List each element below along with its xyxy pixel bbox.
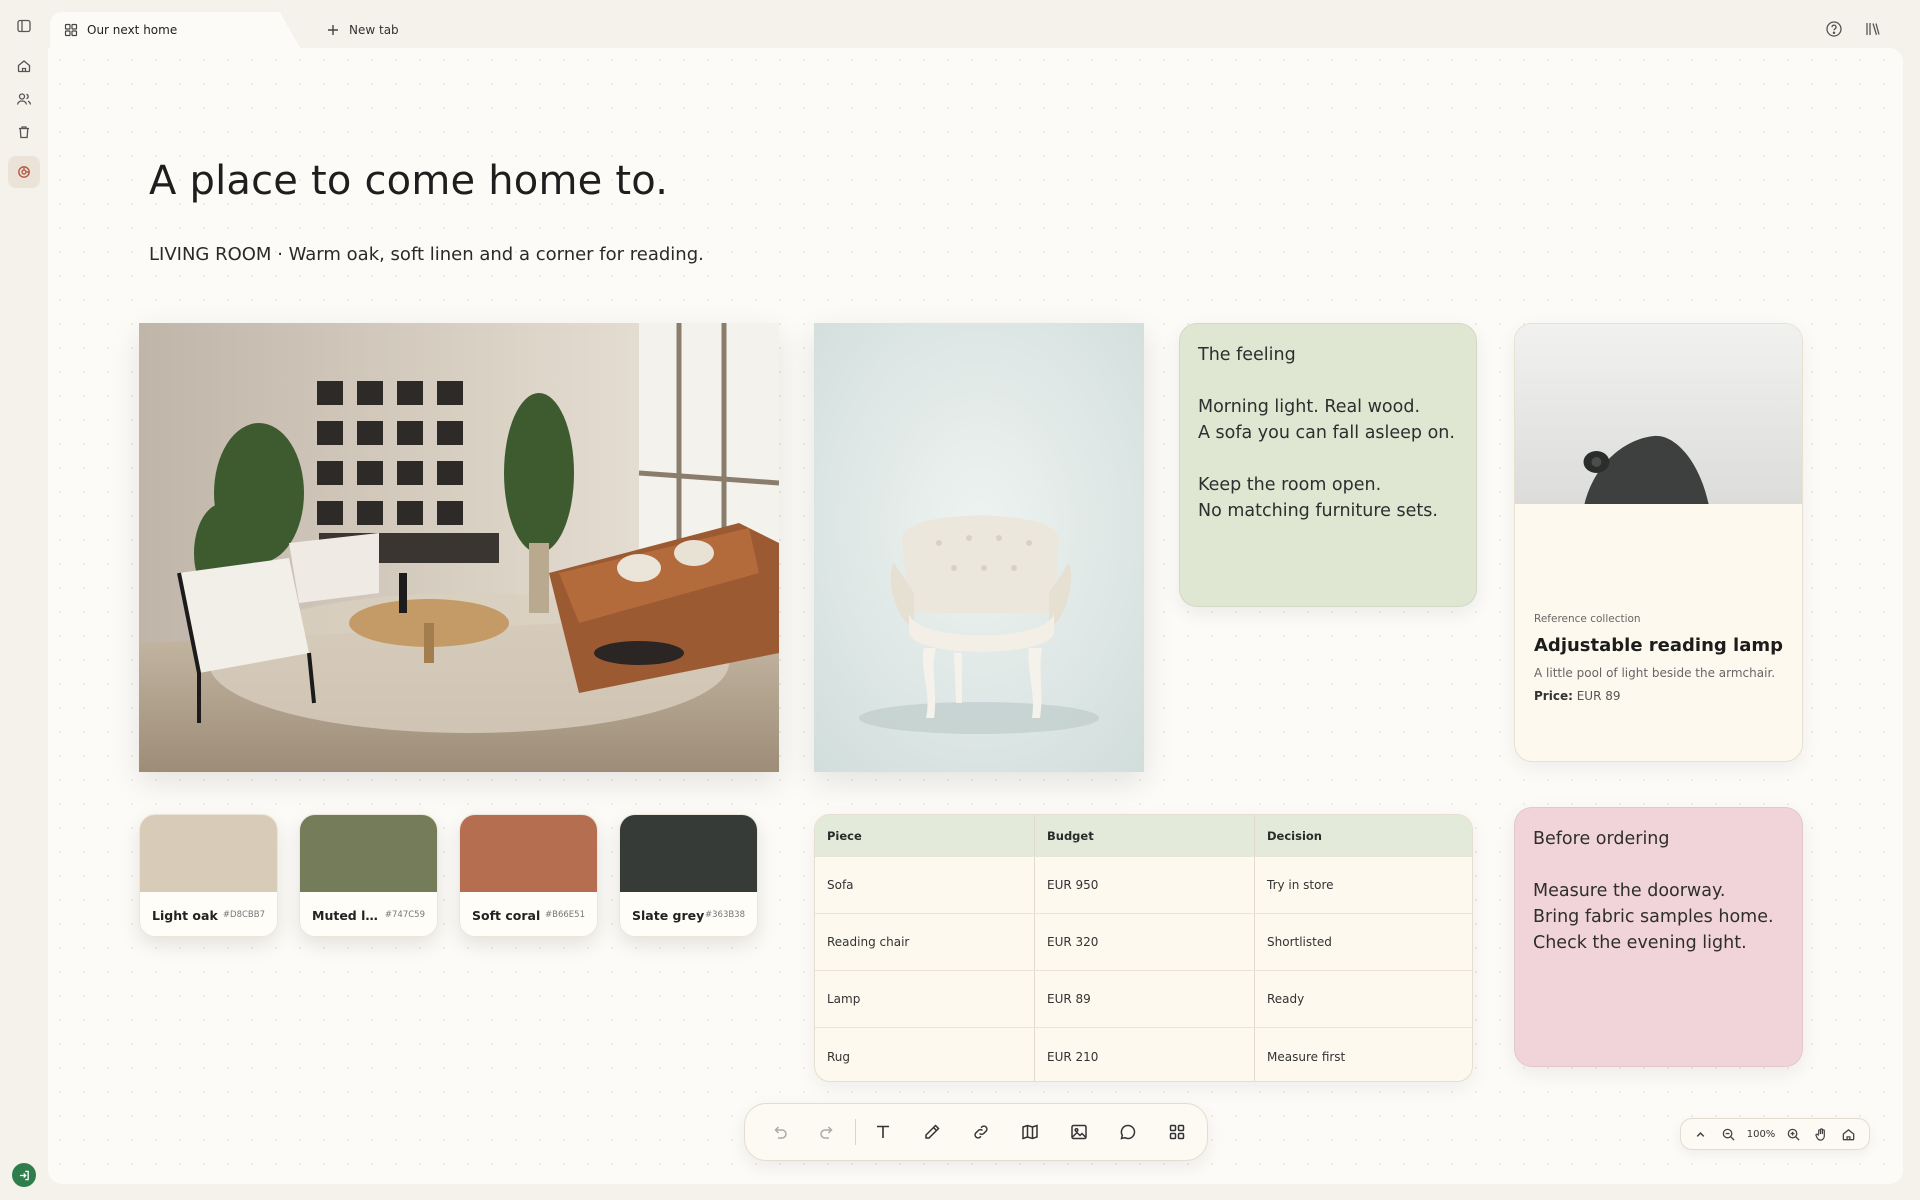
swatch-chip bbox=[460, 815, 597, 892]
color-swatch[interactable]: Slate grey #363B38 bbox=[619, 814, 758, 937]
page-title: A place to come home to. bbox=[149, 158, 669, 204]
workspace-icon[interactable] bbox=[8, 156, 40, 188]
table-row[interactable]: Sofa EUR 950 Try in store bbox=[815, 857, 1472, 914]
note-heading: The feeling bbox=[1198, 345, 1296, 365]
people-icon[interactable] bbox=[8, 83, 40, 115]
board-canvas[interactable]: A place to come home to. LIVING ROOM · W… bbox=[48, 48, 1903, 1184]
swatch-hex: #D8CBB7 bbox=[222, 910, 265, 920]
price-label: Price: bbox=[1534, 689, 1573, 703]
table-cell: Rug bbox=[815, 1028, 1035, 1081]
tab-our-next-home[interactable]: Our next home bbox=[50, 12, 300, 48]
table-cell: Reading chair bbox=[815, 914, 1035, 970]
text-icon[interactable] bbox=[864, 1112, 903, 1152]
page-subtitle: LIVING ROOM · Warm oak, soft linen and a… bbox=[149, 244, 704, 265]
swatch-chip bbox=[620, 815, 757, 892]
color-swatch[interactable]: Muted leaf #747C59 bbox=[299, 814, 438, 937]
swatch-name: Slate grey bbox=[632, 907, 705, 923]
zoom-level[interactable]: 100% bbox=[1747, 1129, 1776, 1140]
sidebar-toggle-icon[interactable] bbox=[8, 10, 40, 42]
table-row[interactable]: Lamp EUR 89 Ready bbox=[815, 971, 1472, 1028]
swatch-name: Light oak bbox=[152, 907, 218, 923]
creation-toolbar bbox=[744, 1103, 1208, 1161]
undo-icon[interactable] bbox=[759, 1112, 798, 1152]
color-swatch[interactable]: Soft coral #B66E51 bbox=[459, 814, 598, 937]
swatch-name: Soft coral bbox=[472, 907, 541, 923]
tab-label: New tab bbox=[349, 23, 399, 37]
left-rail bbox=[0, 0, 48, 1200]
table-cell: EUR 320 bbox=[1035, 914, 1255, 970]
image-icon[interactable] bbox=[1060, 1112, 1099, 1152]
home-icon[interactable] bbox=[8, 50, 40, 82]
note-heading: Before ordering bbox=[1533, 829, 1670, 849]
table-cell: Shortlisted bbox=[1267, 935, 1332, 949]
toolbar-divider bbox=[855, 1119, 856, 1145]
link-icon[interactable] bbox=[962, 1112, 1001, 1152]
swatch-chip bbox=[140, 815, 277, 892]
pen-icon[interactable] bbox=[913, 1112, 952, 1152]
table-cell: EUR 89 bbox=[1035, 971, 1255, 1027]
board-icon bbox=[64, 23, 78, 37]
feeling-note[interactable]: The feeling Morning light. Real wood. A … bbox=[1179, 323, 1477, 607]
table-row[interactable]: Reading chair EUR 320 Shortlisted bbox=[815, 914, 1472, 971]
tab-label: Our next home bbox=[87, 23, 178, 37]
hand-icon[interactable] bbox=[1811, 1124, 1831, 1144]
budget-table[interactable]: Piece Budget Decision Sofa EUR 950 Try i… bbox=[814, 814, 1473, 1082]
living-room-photo[interactable] bbox=[139, 323, 779, 772]
zoom-in-icon[interactable] bbox=[1783, 1124, 1803, 1144]
swatch-chip bbox=[300, 815, 437, 892]
new-tab-button[interactable]: New tab bbox=[312, 12, 413, 48]
note-line: Morning light. Real wood. bbox=[1198, 397, 1421, 417]
table-header-row: Piece Budget Decision bbox=[815, 815, 1472, 857]
table-cell: Measure first bbox=[1267, 1049, 1346, 1064]
help-icon[interactable] bbox=[1825, 20, 1843, 38]
table-cell: Sofa bbox=[815, 857, 1035, 913]
chevron-up-icon[interactable] bbox=[1691, 1124, 1711, 1144]
note-line: Measure the doorway. bbox=[1533, 881, 1726, 901]
note-line: A sofa you can fall asleep on. bbox=[1198, 423, 1455, 443]
note-line: Check the evening light. bbox=[1533, 933, 1747, 953]
product-price: Price: EUR 89 bbox=[1534, 689, 1786, 703]
armchair-photo[interactable] bbox=[814, 323, 1144, 772]
plus-icon bbox=[328, 25, 338, 35]
swatch-hex: #747C59 bbox=[384, 910, 425, 920]
price-value: EUR 89 bbox=[1576, 689, 1621, 703]
table-cell: EUR 210 bbox=[1035, 1028, 1255, 1081]
swatch-hex: #363B38 bbox=[705, 910, 745, 920]
note-line: Keep the room open. bbox=[1198, 475, 1382, 495]
before-ordering-note[interactable]: Before ordering Measure the doorway. Bri… bbox=[1514, 807, 1803, 1067]
note-line: Bring fabric samples home. bbox=[1533, 907, 1774, 927]
lamp-photo bbox=[1515, 324, 1802, 504]
redo-icon[interactable] bbox=[808, 1112, 847, 1152]
map-icon[interactable] bbox=[1011, 1112, 1050, 1152]
table-cell: Lamp bbox=[815, 971, 1035, 1027]
library-icon[interactable] bbox=[1864, 20, 1882, 38]
product-kicker: Reference collection bbox=[1534, 613, 1641, 625]
zoom-out-icon[interactable] bbox=[1719, 1124, 1739, 1144]
color-swatch[interactable]: Light oak #D8CBB7 bbox=[139, 814, 278, 937]
apps-grid-icon[interactable] bbox=[1158, 1112, 1197, 1152]
trash-icon[interactable] bbox=[8, 116, 40, 148]
table-header-cell: Decision bbox=[1267, 828, 1322, 843]
table-header-cell: Budget bbox=[1035, 815, 1255, 856]
swatch-hex: #B66E51 bbox=[545, 910, 585, 920]
table-header-cell: Piece bbox=[815, 815, 1035, 856]
table-cell: EUR 950 bbox=[1035, 857, 1255, 913]
home-view-icon[interactable] bbox=[1839, 1124, 1859, 1144]
comment-icon[interactable] bbox=[1109, 1112, 1148, 1152]
product-description: A little pool of light beside the armcha… bbox=[1534, 666, 1776, 680]
product-title: Adjustable reading lamp bbox=[1534, 635, 1784, 656]
table-row[interactable]: Rug EUR 210 Measure first bbox=[815, 1028, 1472, 1081]
zoom-control: 100% bbox=[1680, 1118, 1870, 1150]
product-card-reading-lamp[interactable]: Reference collection Adjustable reading … bbox=[1514, 323, 1803, 762]
table-cell: Ready bbox=[1267, 992, 1305, 1006]
table-cell: Try in store bbox=[1267, 878, 1334, 892]
tab-bar: Our next home New tab bbox=[48, 0, 1920, 52]
swatch-name: Muted leaf bbox=[312, 907, 385, 923]
sign-in-icon[interactable] bbox=[12, 1163, 36, 1187]
note-line: No matching furniture sets. bbox=[1198, 501, 1438, 521]
